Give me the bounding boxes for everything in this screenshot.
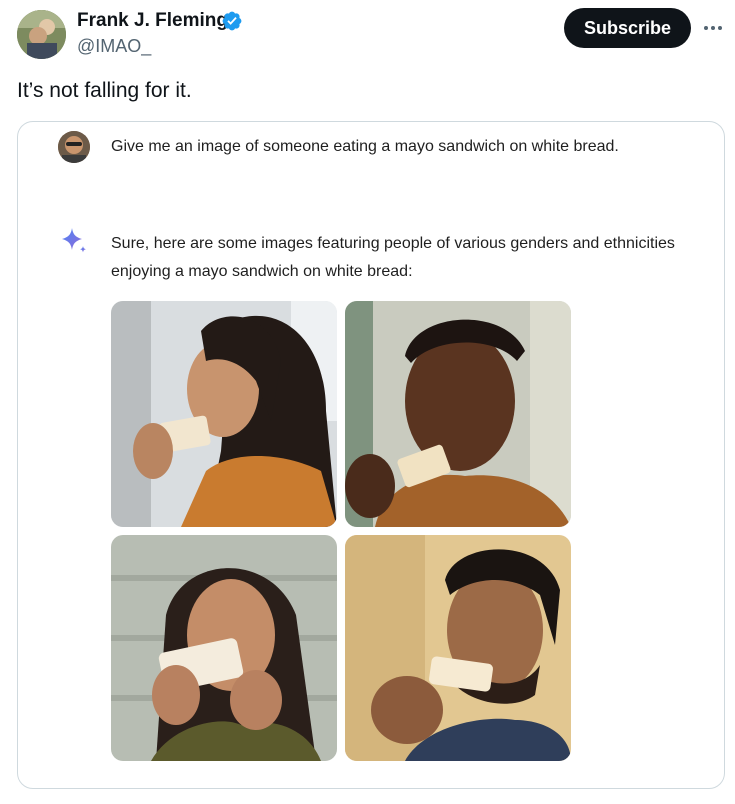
- chat-user-avatar: [58, 131, 90, 163]
- more-dot: [718, 26, 722, 30]
- more-dot: [704, 26, 708, 30]
- generated-image-1[interactable]: [111, 301, 337, 527]
- author-name[interactable]: Frank J. Fleming: [77, 10, 228, 32]
- more-options-icon[interactable]: [701, 16, 725, 40]
- chat-user-prompt: Give me an image of someone eating a may…: [111, 138, 619, 155]
- generated-image-2[interactable]: [345, 301, 571, 527]
- verified-badge-icon: [222, 11, 242, 31]
- tweet-media-card[interactable]: Give me an image of someone eating a may…: [17, 121, 725, 789]
- generated-image-4[interactable]: [345, 535, 571, 761]
- generated-image-3[interactable]: [111, 535, 337, 761]
- author-avatar[interactable]: [17, 10, 66, 59]
- tweet-text: It’s not falling for it.: [17, 79, 192, 102]
- chat-assistant-response: Sure, here are some images featuring peo…: [111, 235, 675, 280]
- gemini-sparkle-icon: [62, 228, 86, 253]
- more-dot: [711, 26, 715, 30]
- subscribe-button[interactable]: Subscribe: [564, 8, 691, 48]
- author-handle[interactable]: @IMAO_: [77, 35, 151, 57]
